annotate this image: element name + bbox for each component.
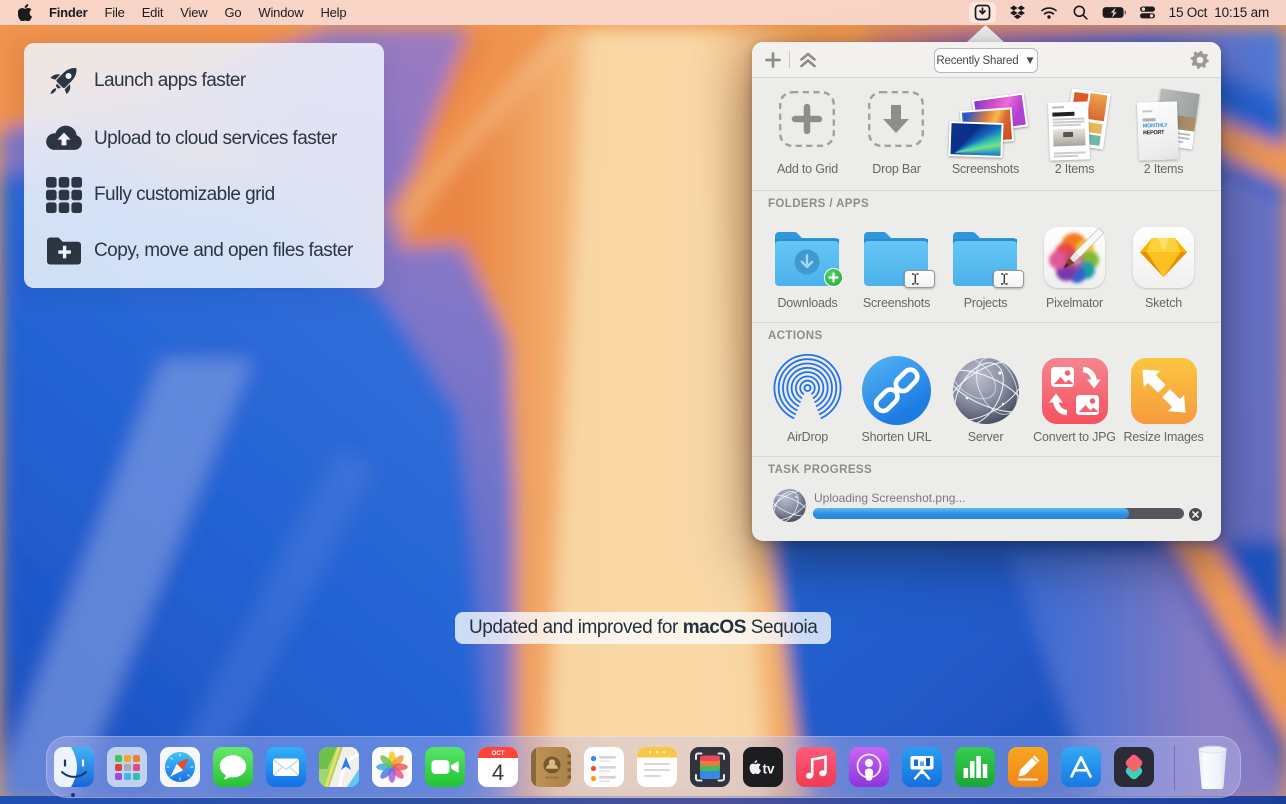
svg-text:4: 4 — [492, 760, 504, 785]
svg-text:tv: tv — [763, 762, 775, 777]
svg-text:OCT: OCT — [491, 750, 504, 757]
